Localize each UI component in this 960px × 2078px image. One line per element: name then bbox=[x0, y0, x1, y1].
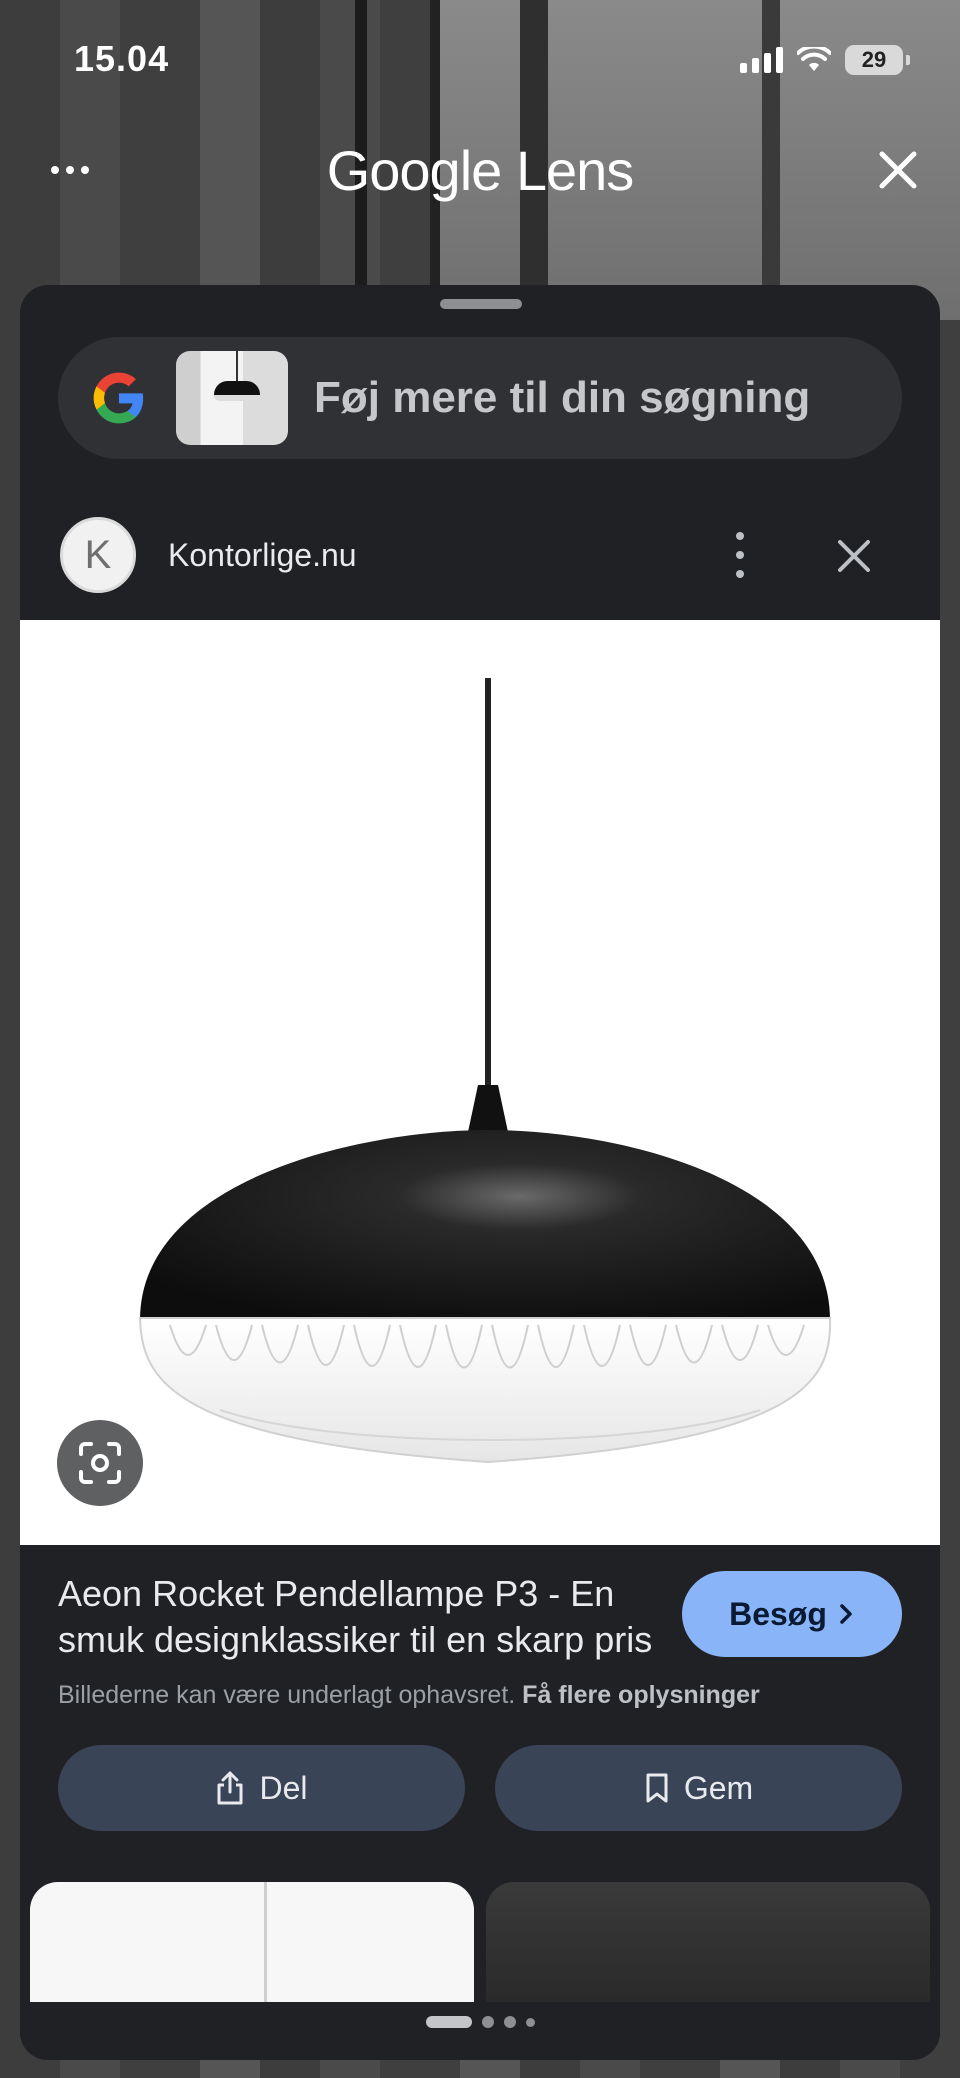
bookmark-icon bbox=[646, 1773, 668, 1803]
results-sheet[interactable]: Føj mere til din søgning K Kontorlige.nu bbox=[20, 285, 940, 2060]
pendant-lamp-image bbox=[138, 678, 832, 1464]
battery-level: 29 bbox=[845, 45, 903, 75]
google-g-icon bbox=[93, 372, 144, 424]
more-options-button[interactable] bbox=[42, 150, 98, 190]
copyright-text: Billederne kan være underlagt ophavsret. bbox=[58, 1681, 516, 1709]
share-label: Del bbox=[259, 1769, 308, 1806]
app-top-bar: Google Lens bbox=[0, 120, 960, 220]
source-site-name[interactable]: Kontorlige.nu bbox=[168, 537, 357, 574]
related-result-card[interactable] bbox=[30, 1882, 474, 2002]
share-icon bbox=[217, 1771, 243, 1805]
sheet-drag-handle[interactable] bbox=[440, 299, 522, 309]
site-favicon: K bbox=[60, 517, 136, 593]
search-placeholder[interactable]: Føj mere til din søgning bbox=[314, 373, 810, 423]
visit-button-label: Besøg bbox=[729, 1595, 827, 1632]
page-indicator bbox=[20, 2016, 940, 2028]
app-title: Google Lens bbox=[326, 138, 635, 202]
cellular-signal-icon bbox=[740, 47, 783, 73]
share-button[interactable]: Del bbox=[58, 1745, 465, 1831]
status-bar: 15.04 29 bbox=[0, 0, 960, 120]
status-time: 15.04 bbox=[74, 38, 170, 79]
more-info-link[interactable]: Få flere oplysninger bbox=[522, 1681, 760, 1709]
action-buttons: Del Gem bbox=[58, 1745, 902, 1831]
related-result-card[interactable] bbox=[486, 1882, 930, 2002]
result-info: Aeon Rocket Pendellampe P3 - En smuk des… bbox=[20, 1545, 940, 2060]
lens-camera-icon bbox=[79, 1442, 121, 1484]
close-icon[interactable] bbox=[870, 142, 926, 198]
wifi-icon bbox=[797, 47, 831, 71]
lens-search-button[interactable] bbox=[57, 1420, 143, 1506]
chevron-right-icon bbox=[840, 1604, 852, 1624]
search-bar[interactable]: Føj mere til din søgning bbox=[58, 337, 902, 459]
source-header: K Kontorlige.nu bbox=[20, 500, 940, 610]
save-label: Gem bbox=[683, 1769, 754, 1806]
related-results bbox=[30, 1882, 930, 2002]
visit-button[interactable]: Besøg bbox=[682, 1571, 902, 1657]
copyright-notice: Billederne kan være underlagt ophavsret.… bbox=[58, 1681, 760, 1710]
close-icon[interactable] bbox=[834, 536, 874, 576]
query-image-thumbnail[interactable] bbox=[176, 351, 288, 445]
status-icons: 29 bbox=[740, 45, 910, 75]
result-title[interactable]: Aeon Rocket Pendellampe P3 - En smuk des… bbox=[58, 1571, 658, 1663]
result-image[interactable] bbox=[20, 620, 940, 1545]
battery-icon: 29 bbox=[845, 45, 910, 75]
more-vert-icon[interactable] bbox=[730, 532, 750, 578]
save-button[interactable]: Gem bbox=[495, 1745, 902, 1831]
